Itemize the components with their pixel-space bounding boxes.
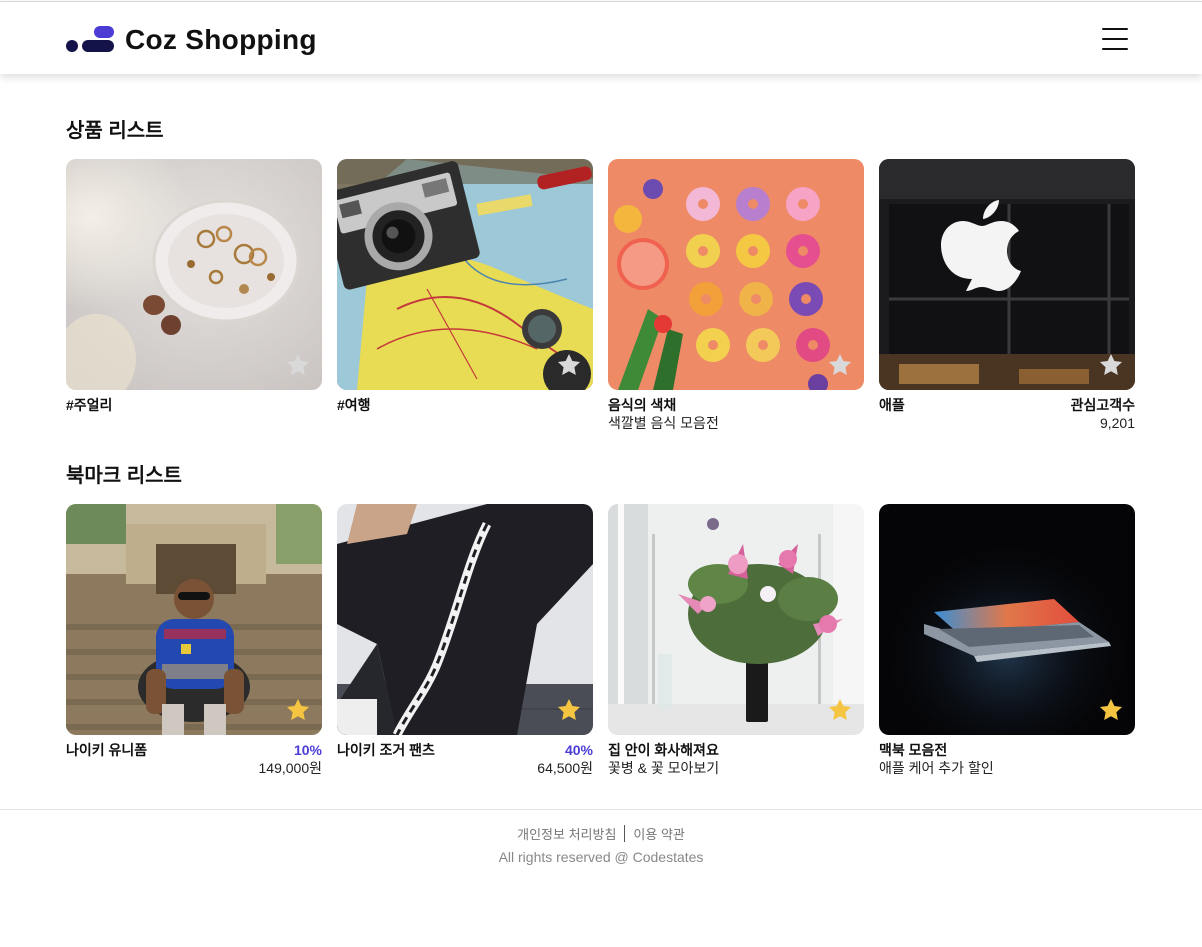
card-title: 맥북 모음전 <box>879 742 948 758</box>
bookmark-star-icon[interactable] <box>1098 697 1124 723</box>
terms-link[interactable]: 이용 약관 <box>633 824 684 843</box>
discount-rate: 40% <box>564 742 593 758</box>
header: Coz Shopping <box>0 1 1202 74</box>
jewelry-dish-photo[interactable] <box>66 159 322 390</box>
bookmark-star-icon[interactable] <box>827 352 853 378</box>
follower-label: 관심고객수 <box>1070 397 1135 413</box>
product-card[interactable]: 맥북 모음전 애플 케어 추가 할인 <box>879 504 1135 777</box>
card-subtitle: 애플 케어 추가 할인 <box>879 760 994 776</box>
product-list-title: 상품 리스트 <box>66 120 164 142</box>
card-title: 음식의 색채 <box>608 397 677 413</box>
flowers-image <box>608 504 864 735</box>
product-list: #주얼리 #여행 음식의 색채 색깔별 음식 모음전 애플 관심고객수 9,20… <box>66 159 1135 432</box>
bookmark-star-icon[interactable] <box>285 697 311 723</box>
logo-text: Coz Shopping <box>125 24 317 55</box>
card-title: 나이키 조거 팬츠 <box>337 742 435 758</box>
product-card[interactable]: #주얼리 <box>66 159 322 432</box>
logo[interactable]: Coz Shopping <box>66 24 317 56</box>
bookmark-star-icon[interactable] <box>1098 352 1124 378</box>
footer-divider <box>624 825 626 842</box>
nike-uniform-image <box>66 504 322 735</box>
price: 64,500원 <box>537 760 593 776</box>
jogger-pants-photo[interactable] <box>337 504 593 735</box>
card-subtitle: 색깔별 음식 모음전 <box>608 415 719 431</box>
follower-count: 9,201 <box>1099 415 1135 431</box>
macbook-dark-photo[interactable] <box>879 504 1135 735</box>
hamburger-menu-icon[interactable] <box>1102 27 1128 51</box>
travel-image <box>337 159 593 390</box>
flower-vase-photo[interactable] <box>608 504 864 735</box>
donuts-image <box>608 159 864 390</box>
product-card[interactable]: 애플 관심고객수 9,201 <box>879 159 1135 432</box>
product-card[interactable]: 집 안이 화사해져요 꽃병 & 꽃 모아보기 <box>608 504 864 777</box>
bookmark-star-icon[interactable] <box>556 697 582 723</box>
bookmark-list: 나이키 유니폼 10% 149,000원 나이키 조거 팬츠 40% 64,50… <box>66 504 1135 777</box>
card-subtitle: 꽃병 & 꽃 모아보기 <box>608 760 720 776</box>
man-in-jersey-photo[interactable] <box>66 504 322 735</box>
card-title: #여행 <box>337 397 371 413</box>
card-title: 나이키 유니폼 <box>66 742 148 758</box>
jogger-pants-image <box>337 504 593 735</box>
card-title: 애플 <box>879 397 905 413</box>
bookmark-star-icon[interactable] <box>556 352 582 378</box>
bookmark-star-icon[interactable] <box>827 697 853 723</box>
card-title: #주얼리 <box>66 397 113 413</box>
card-title: 집 안이 화사해져요 <box>608 742 719 758</box>
apple-store-photo[interactable] <box>879 159 1135 390</box>
apple-image <box>879 159 1135 390</box>
price: 149,000원 <box>258 760 323 776</box>
product-card[interactable]: 나이키 조거 팬츠 40% 64,500원 <box>337 504 593 777</box>
copyright-text: All rights reserved @ Codestates <box>498 849 704 865</box>
discount-rate: 10% <box>293 742 322 758</box>
product-card[interactable]: #여행 <box>337 159 593 432</box>
product-card[interactable]: 나이키 유니폼 10% 149,000원 <box>66 504 322 777</box>
bookmark-list-title: 북마크 리스트 <box>66 465 182 487</box>
product-card[interactable]: 음식의 색채 색깔별 음식 모음전 <box>608 159 864 432</box>
logo-icon <box>66 26 116 54</box>
bookmark-star-icon[interactable] <box>285 352 311 378</box>
jewelry-image <box>66 159 322 390</box>
privacy-policy-link[interactable]: 개인정보 처리방침 <box>517 824 616 843</box>
macbook-image <box>879 504 1135 735</box>
camera-map-photo[interactable] <box>337 159 593 390</box>
footer-links: 개인정보 처리방침 이용 약관 <box>0 824 1202 843</box>
colorful-donuts-photo[interactable] <box>608 159 864 390</box>
footer: 개인정보 처리방침 이용 약관 All rights reserved @ Co… <box>0 809 1202 947</box>
